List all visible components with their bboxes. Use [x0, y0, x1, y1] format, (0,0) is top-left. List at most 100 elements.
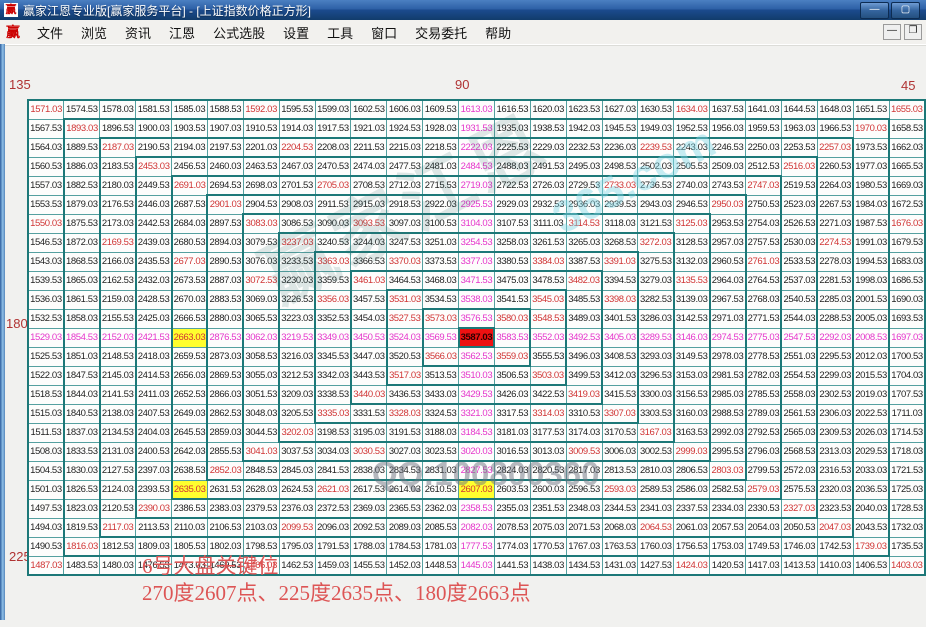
grid-cell: 2586.03 — [674, 480, 710, 499]
grid-cell: 2306.03 — [817, 404, 853, 423]
grid-cell: 2082.03 — [459, 518, 495, 537]
menu-item-文件[interactable]: 文件 — [28, 24, 72, 43]
grid-cell: 1424.03 — [674, 556, 710, 575]
grid-cell: 1620.03 — [530, 100, 566, 119]
grid-cell: 2985.03 — [710, 385, 746, 404]
grid-cell: 2575.53 — [781, 480, 817, 499]
grid-cell: 1994.53 — [853, 252, 889, 271]
grid-cell: 2393.53 — [136, 480, 172, 499]
grid-cell: 3387.53 — [566, 252, 602, 271]
grid-cell: 1693.53 — [889, 309, 925, 328]
menu-item-设置[interactable]: 设置 — [274, 24, 318, 43]
grid-cell: 3037.53 — [279, 442, 315, 461]
grid-cell: 2981.53 — [710, 366, 746, 385]
grid-cell: 1812.53 — [100, 537, 136, 556]
grid-cell: 2684.03 — [172, 214, 208, 233]
grid-cell: 3009.53 — [566, 442, 602, 461]
grid-cell: 2803.03 — [710, 461, 746, 480]
grid-cell: 3583.53 — [494, 328, 530, 347]
grid-cell: 3251.03 — [423, 233, 459, 252]
grid-cell: 2855.53 — [207, 442, 243, 461]
grid-cell: 2964.03 — [710, 271, 746, 290]
grid-cell: 1672.53 — [889, 195, 925, 214]
grid-cell: 2911.53 — [315, 195, 351, 214]
grid-cell: 2792.53 — [746, 423, 782, 442]
grid-cell: 2523.03 — [781, 195, 817, 214]
grid-cell: 3048.03 — [243, 404, 279, 423]
grid-cell: 2764.53 — [746, 271, 782, 290]
grid-cell: 1434.53 — [566, 556, 602, 575]
window-left-frame — [0, 44, 5, 620]
grid-cell: 2365.53 — [387, 499, 423, 518]
menu-item-窗口[interactable]: 窗口 — [362, 24, 406, 43]
menu-item-帮助[interactable]: 帮助 — [476, 24, 520, 43]
grid-cell: 3072.53 — [243, 271, 279, 290]
grid-cell: 1602.53 — [351, 100, 387, 119]
grid-cell: 2033.03 — [853, 461, 889, 480]
grid-cell: 2666.53 — [172, 309, 208, 328]
grid-cell: 2908.03 — [279, 195, 315, 214]
grid-cell: 2456.53 — [172, 157, 208, 176]
child-restore-button[interactable]: ❐ — [904, 24, 922, 40]
grid-cell: 2838.03 — [351, 461, 387, 480]
grid-cell: 2407.53 — [136, 404, 172, 423]
grid-cell: 2323.53 — [817, 499, 853, 518]
grid-cell: 3517.03 — [387, 366, 423, 385]
grid-cell: 1921.03 — [351, 119, 387, 138]
grid-cell: 3527.53 — [387, 309, 423, 328]
grid-cell: 2834.53 — [387, 461, 423, 480]
grid-cell: 2845.03 — [279, 461, 315, 480]
grid-cell: 2040.03 — [853, 499, 889, 518]
menu-item-资讯[interactable]: 资讯 — [116, 24, 160, 43]
child-minimize-button[interactable]: — — [883, 24, 901, 40]
grid-cell: 1879.03 — [64, 195, 100, 214]
grid-cell: 1438.03 — [530, 556, 566, 575]
grid-cell: 2978.03 — [710, 347, 746, 366]
grid-cell: 1907.03 — [207, 119, 243, 138]
grid-cell: 2589.53 — [638, 480, 674, 499]
grid-cell: 3188.03 — [423, 423, 459, 442]
grid-cell: 3415.53 — [602, 385, 638, 404]
grid-cell: 3468.03 — [423, 271, 459, 290]
grid-cell: 1613.03 — [459, 100, 495, 119]
grid-cell: 1830.03 — [64, 461, 100, 480]
grid-cell: 1508.03 — [28, 442, 64, 461]
menu-item-工具[interactable]: 工具 — [318, 24, 362, 43]
grid-cell: 2778.53 — [746, 347, 782, 366]
grid-cell: 3307.03 — [602, 404, 638, 423]
minimize-button[interactable]: — — [860, 2, 889, 19]
grid-cell: 2936.03 — [566, 195, 602, 214]
grid-cell: 2789.03 — [746, 404, 782, 423]
grid-cell: 1543.03 — [28, 252, 64, 271]
grid-cell: 1966.53 — [817, 119, 853, 138]
grid-cell: 1854.53 — [64, 328, 100, 347]
grid-cell: 3030.53 — [351, 442, 387, 461]
grid-cell: 2029.53 — [853, 442, 889, 461]
grid-cell: 2176.53 — [100, 195, 136, 214]
menu-item-公式选股[interactable]: 公式选股 — [204, 24, 274, 43]
grid-cell: 3321.03 — [459, 404, 495, 423]
grid-cell: 1627.03 — [602, 100, 638, 119]
grid-cell: 3300.03 — [638, 385, 674, 404]
grid-cell: 1826.53 — [64, 480, 100, 499]
grid-cell: 2729.53 — [566, 176, 602, 195]
grid-cell: 1735.53 — [889, 537, 925, 556]
menu-item-交易委托[interactable]: 交易委托 — [406, 24, 476, 43]
maximize-button[interactable]: ▢ — [891, 2, 920, 19]
grid-cell: 2680.53 — [172, 233, 208, 252]
grid-cell: 3149.53 — [674, 347, 710, 366]
grid-cell: 3069.03 — [243, 290, 279, 309]
menu-item-浏览[interactable]: 浏览 — [72, 24, 116, 43]
grid-cell: 3146.03 — [674, 328, 710, 347]
grid-cell: 3034.03 — [315, 442, 351, 461]
grid-cell: 2355.03 — [494, 499, 530, 518]
grid-cell: 2425.03 — [136, 309, 172, 328]
grid-cell: 2946.53 — [674, 195, 710, 214]
grid-cell: 2089.03 — [387, 518, 423, 537]
grid-cell: 3128.53 — [674, 233, 710, 252]
menu-item-江恩[interactable]: 江恩 — [160, 24, 204, 43]
grid-cell: 2901.03 — [207, 195, 243, 214]
grid-cell: 1886.03 — [64, 157, 100, 176]
grid-cell: 1763.53 — [602, 537, 638, 556]
grid-cell: 3020.03 — [459, 442, 495, 461]
